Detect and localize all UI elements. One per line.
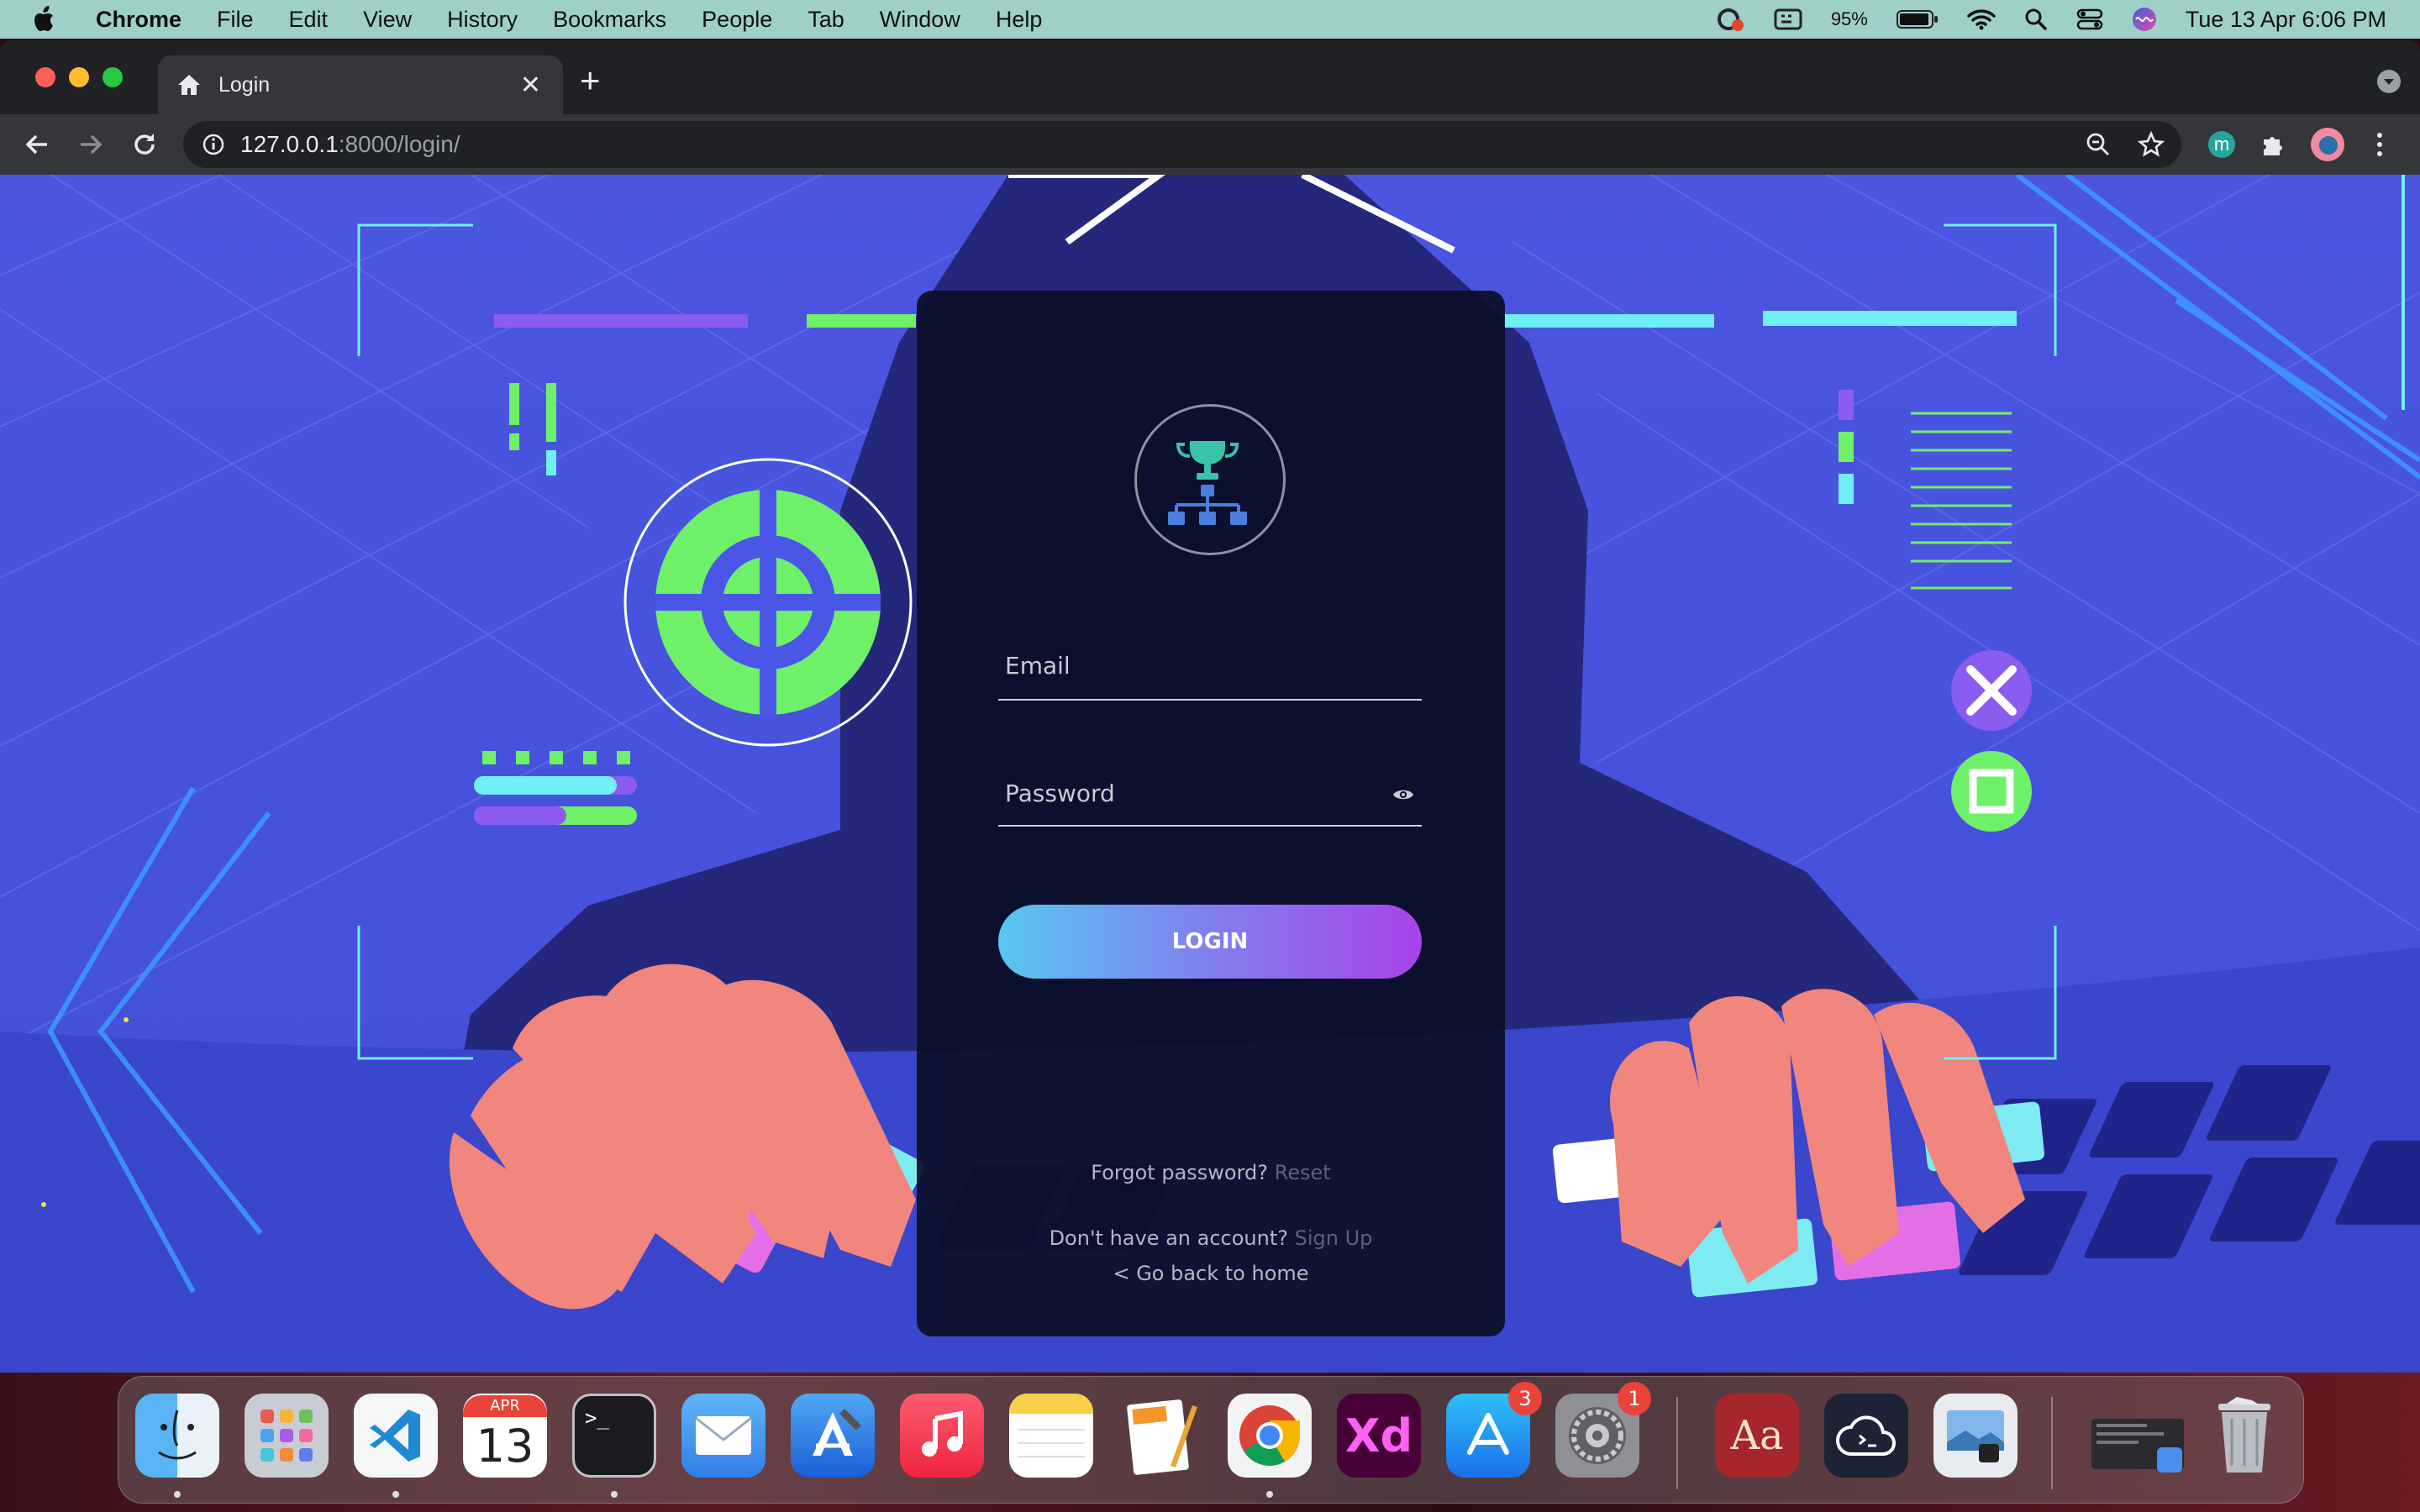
window-minimize-button[interactable]: [69, 67, 89, 87]
downloads-stack-icon[interactable]: [2085, 1394, 2194, 1478]
battery-percent: 95%: [1830, 8, 1868, 29]
window-zoom-button[interactable]: [103, 67, 123, 87]
window-close-button[interactable]: [35, 67, 55, 87]
home-link[interactable]: < Go back to home: [917, 1262, 1505, 1285]
tab-close-icon[interactable]: ✕: [520, 71, 541, 100]
signup-link[interactable]: Sign Up: [1295, 1226, 1373, 1250]
menu-app-name[interactable]: Chrome: [96, 7, 182, 33]
music-icon[interactable]: [900, 1394, 984, 1478]
email-placeholder: Email: [1005, 652, 1071, 680]
url-path: :8000/login/: [338, 131, 460, 157]
reload-icon[interactable]: [129, 129, 160, 160]
browser-menu-icon[interactable]: [2373, 129, 2386, 160]
menu-edit[interactable]: Edit: [289, 7, 329, 33]
tab-login[interactable]: Login ✕: [158, 55, 563, 114]
password-placeholder: Password: [1005, 780, 1115, 807]
calendar-month: APR: [463, 1395, 547, 1417]
email-field[interactable]: Email: [998, 643, 1422, 701]
siri-icon[interactable]: [2132, 7, 2157, 32]
new-tab-button[interactable]: +: [580, 60, 601, 101]
back-arrow-icon[interactable]: [22, 129, 52, 160]
cloud-terminal-icon[interactable]: [1824, 1394, 1908, 1478]
preview-icon[interactable]: [1933, 1394, 2018, 1478]
app-store-icon[interactable]: 3: [1446, 1382, 1542, 1478]
login-card: Email Password LOGIN Forgot password? Re…: [917, 291, 1505, 1336]
system-preferences-icon[interactable]: 1: [1555, 1382, 1651, 1478]
forward-arrow-icon[interactable]: [76, 129, 106, 160]
reset-link[interactable]: Reset: [1275, 1161, 1331, 1184]
dock: APR 13 >_ Xd 3 1 Aa: [118, 1376, 2304, 1504]
tab-search-icon[interactable]: [2376, 69, 2402, 94]
tab-strip: Login ✕ +: [0, 40, 2420, 114]
keyboard-input-icon[interactable]: [1774, 8, 1802, 30]
url-host: 127.0.0.1: [240, 131, 339, 157]
battery-icon[interactable]: [1896, 9, 1939, 29]
control-center-icon[interactable]: [2076, 8, 2103, 31]
xcode-icon[interactable]: [791, 1394, 875, 1478]
menu-window[interactable]: Window: [880, 7, 960, 33]
system-preferences-badge: 1: [1618, 1382, 1651, 1415]
calendar-icon[interactable]: APR 13: [463, 1394, 547, 1478]
bookmark-star-icon[interactable]: [2138, 131, 2165, 158]
zoom-icon[interactable]: [2086, 132, 2111, 157]
extension-avatar-m[interactable]: m: [2208, 131, 2235, 158]
menu-bar: Chrome File Edit View History Bookmarks …: [0, 0, 2420, 39]
signup-row: Don't have an account? Sign Up: [917, 1226, 1505, 1250]
app-store-badge: 3: [1508, 1382, 1542, 1415]
address-bar[interactable]: 127.0.0.1:8000/login/: [183, 121, 2181, 168]
chrome-running-indicator: [1266, 1491, 1273, 1498]
menu-file[interactable]: File: [217, 7, 254, 33]
dictionary-icon[interactable]: Aa: [1715, 1394, 1799, 1478]
calendar-day: 13: [476, 1420, 534, 1473]
no-account-text: Don't have an account?: [1049, 1226, 1288, 1250]
url-text[interactable]: 127.0.0.1:8000/login/: [240, 131, 460, 158]
site-info-icon[interactable]: [202, 133, 225, 156]
apple-menu-icon[interactable]: [34, 6, 67, 33]
wifi-icon[interactable]: [1967, 8, 1996, 30]
forgot-password-text: Forgot password?: [1091, 1161, 1269, 1184]
menu-bookmarks[interactable]: Bookmarks: [553, 7, 666, 33]
spotlight-search-icon[interactable]: [2024, 8, 2048, 31]
dock-divider-2: [2051, 1397, 2053, 1489]
chrome-icon[interactable]: [1228, 1394, 1312, 1478]
show-password-eye-icon[interactable]: [1392, 786, 1415, 803]
finder-icon[interactable]: [135, 1394, 219, 1478]
tab-title: Login: [218, 72, 271, 97]
terminal-icon[interactable]: >_: [572, 1394, 656, 1478]
terminal-prompt: >_: [585, 1406, 609, 1430]
notes-icon[interactable]: [1009, 1394, 1093, 1478]
extensions-puzzle-icon[interactable]: [2260, 131, 2287, 158]
xd-icon[interactable]: Xd: [1337, 1394, 1421, 1478]
mail-icon[interactable]: [681, 1394, 765, 1478]
logo-badge: [1134, 404, 1286, 555]
dictionary-label: Aa: [1730, 1412, 1784, 1459]
vscode-running-indicator: [392, 1491, 399, 1498]
forgot-password-row: Forgot password? Reset: [917, 1161, 1505, 1184]
browser-toolbar: 127.0.0.1:8000/login/ m: [0, 114, 2420, 175]
home-favicon-icon: [178, 75, 200, 95]
terminal-running-indicator: [611, 1491, 618, 1498]
menu-view[interactable]: View: [363, 7, 412, 33]
menubar-clock[interactable]: Tue 13 Apr 6:06 PM: [2186, 7, 2386, 33]
dock-divider: [1676, 1397, 1678, 1489]
menu-tab[interactable]: Tab: [808, 7, 844, 33]
password-field[interactable]: Password: [998, 769, 1422, 827]
xd-label: Xd: [1344, 1409, 1413, 1462]
finder-running-indicator: [174, 1491, 181, 1498]
vscode-icon[interactable]: [354, 1394, 438, 1478]
menu-history[interactable]: History: [447, 7, 518, 33]
trash-icon[interactable]: [2202, 1394, 2286, 1478]
browser-window: Login ✕ + 127.0.0.1:8000/login/ m Email …: [0, 40, 2420, 1373]
menu-people[interactable]: People: [702, 7, 772, 33]
menu-help[interactable]: Help: [996, 7, 1043, 33]
trophy-hierarchy-icon: [1168, 441, 1247, 525]
pages-icon[interactable]: [1118, 1394, 1202, 1478]
launchpad-icon[interactable]: [245, 1394, 329, 1478]
page-viewport: Email Password LOGIN Forgot password? Re…: [0, 175, 2420, 1373]
profile-avatar[interactable]: [2311, 128, 2344, 161]
creative-cloud-icon[interactable]: [1715, 7, 1745, 32]
login-button[interactable]: LOGIN: [998, 905, 1422, 979]
